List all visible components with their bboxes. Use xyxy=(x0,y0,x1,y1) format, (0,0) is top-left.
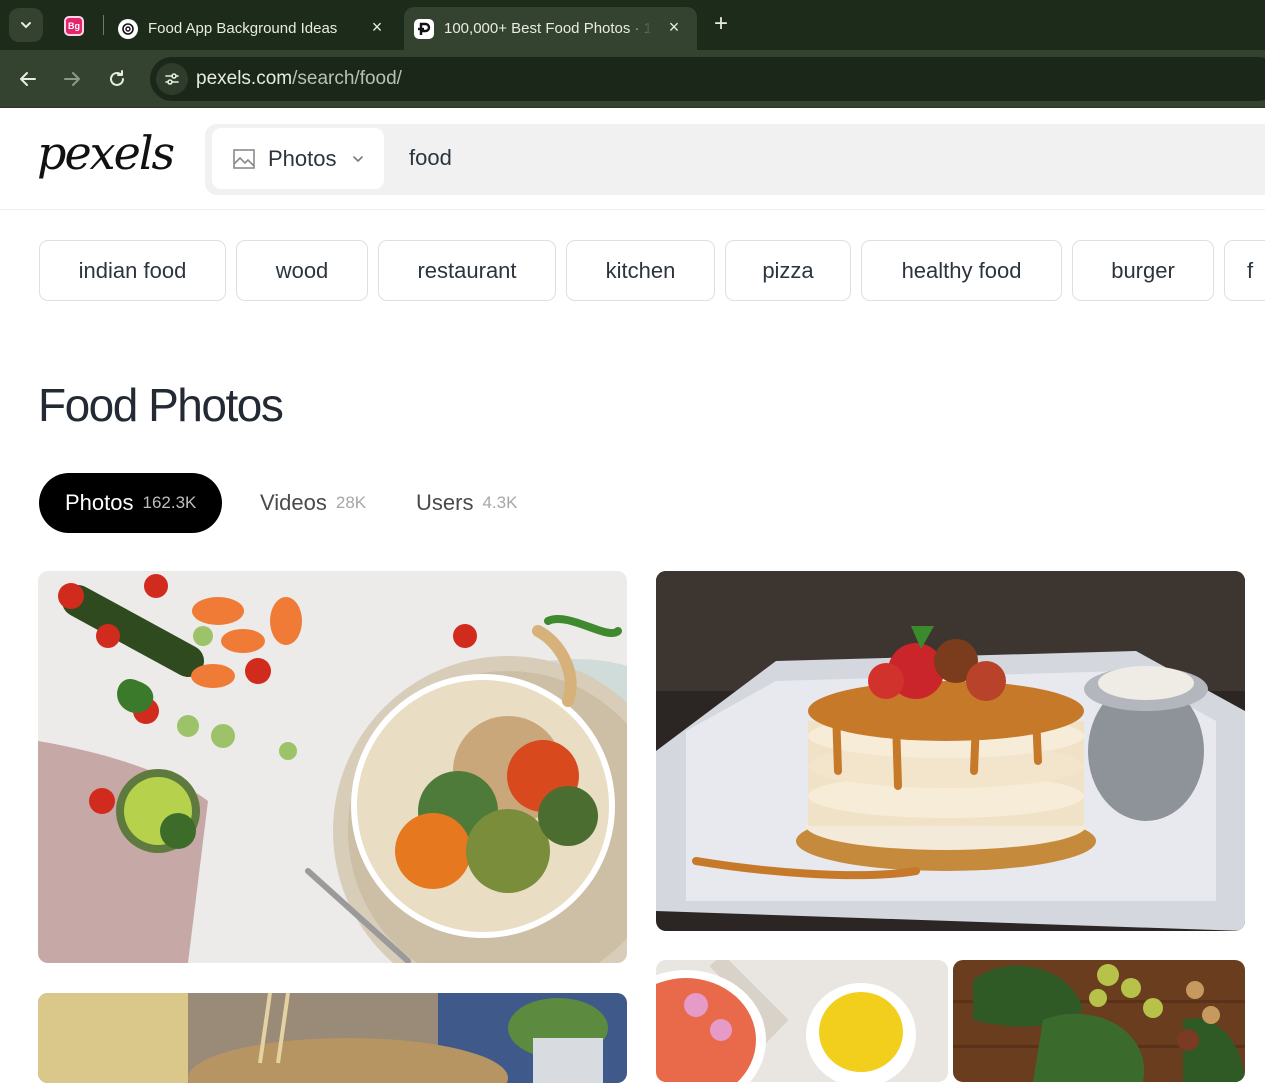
pinned-tab[interactable]: Bg xyxy=(60,12,88,40)
close-tab-icon[interactable]: × xyxy=(665,18,683,36)
tab-videos[interactable]: Videos 28K xyxy=(260,473,366,533)
reload-button[interactable] xyxy=(102,64,132,94)
site-header: pexels Photos food xyxy=(0,108,1265,210)
arrow-right-icon xyxy=(64,72,80,86)
new-tab-plus-icon[interactable]: + xyxy=(708,12,734,38)
related-search-chip[interactable]: healthy food xyxy=(861,240,1062,301)
photo-burger[interactable] xyxy=(38,993,627,1083)
pinned-tab-favicon: Bg xyxy=(64,16,84,36)
chatgpt-favicon-icon xyxy=(118,18,138,39)
search-input[interactable]: food xyxy=(409,145,452,171)
forward-button[interactable] xyxy=(57,64,87,94)
back-button[interactable] xyxy=(13,64,43,94)
image-icon xyxy=(233,148,255,169)
tab-users[interactable]: Users 4.3K xyxy=(416,473,517,533)
photo-grapes-leaves[interactable] xyxy=(953,960,1245,1082)
search-bar[interactable]: Photos food xyxy=(205,124,1265,195)
related-search-chip[interactable]: burger xyxy=(1072,240,1214,301)
browser-tab-strip: Bg Food App Background Ideas × 100,000+ … xyxy=(0,0,1265,50)
tune-icon xyxy=(165,73,179,85)
photo-pancakes[interactable] xyxy=(656,571,1245,931)
tab-count: 28K xyxy=(335,493,367,512)
related-searches: indian food wood restaurant kitchen pizz… xyxy=(39,240,1265,302)
search-type-label: Photos xyxy=(268,145,337,171)
arrow-left-icon xyxy=(20,72,36,86)
chevron-down-icon xyxy=(352,155,363,162)
related-search-chip[interactable]: f xyxy=(1224,240,1265,301)
tab-count: 4.3K xyxy=(482,493,518,512)
related-search-chip[interactable]: wood xyxy=(236,240,368,301)
browser-tab[interactable]: Food App Background Ideas × xyxy=(108,7,400,50)
reload-icon xyxy=(110,70,124,86)
related-search-chip[interactable]: kitchen xyxy=(566,240,715,301)
page-title: Food Photos xyxy=(38,379,284,431)
tab-title: 100,000+ Best Food Photos · 100% Free xyxy=(444,20,652,37)
browser-toolbar: pexels.com/search/food/ xyxy=(0,50,1265,108)
related-search-chip[interactable]: pizza xyxy=(725,240,851,301)
pexels-favicon-icon xyxy=(414,18,434,39)
url-host: pexels.com xyxy=(196,68,293,89)
tab-search-button[interactable] xyxy=(9,8,43,42)
tab-photos[interactable]: Photos 162.3K xyxy=(39,473,223,533)
url-text: pexels.com/search/food/ xyxy=(196,68,402,90)
browser-tab-active[interactable]: 100,000+ Best Food Photos · 100% Free × xyxy=(404,7,697,50)
tab-count: 162.3K xyxy=(142,493,197,512)
photo-rice-bowl[interactable] xyxy=(656,960,948,1082)
site-info-button[interactable] xyxy=(156,63,188,95)
photo-healthy-bowl[interactable] xyxy=(38,571,627,963)
tab-label: Users xyxy=(416,490,474,515)
close-tab-icon[interactable]: × xyxy=(368,18,386,36)
address-bar[interactable]: pexels.com/search/food/ xyxy=(150,57,1265,101)
tab-divider xyxy=(103,15,104,35)
url-path: /search/food/ xyxy=(292,68,402,89)
tab-label: Photos xyxy=(65,490,134,515)
chevron-down-icon xyxy=(21,22,31,29)
search-type-dropdown[interactable]: Photos xyxy=(212,128,384,189)
related-search-chip[interactable]: restaurant xyxy=(378,240,556,301)
pexels-logo[interactable]: pexels xyxy=(37,126,175,180)
related-search-chip[interactable]: indian food xyxy=(39,240,226,301)
tab-title: Food App Background Ideas xyxy=(148,20,338,37)
tab-label: Videos xyxy=(260,490,327,515)
